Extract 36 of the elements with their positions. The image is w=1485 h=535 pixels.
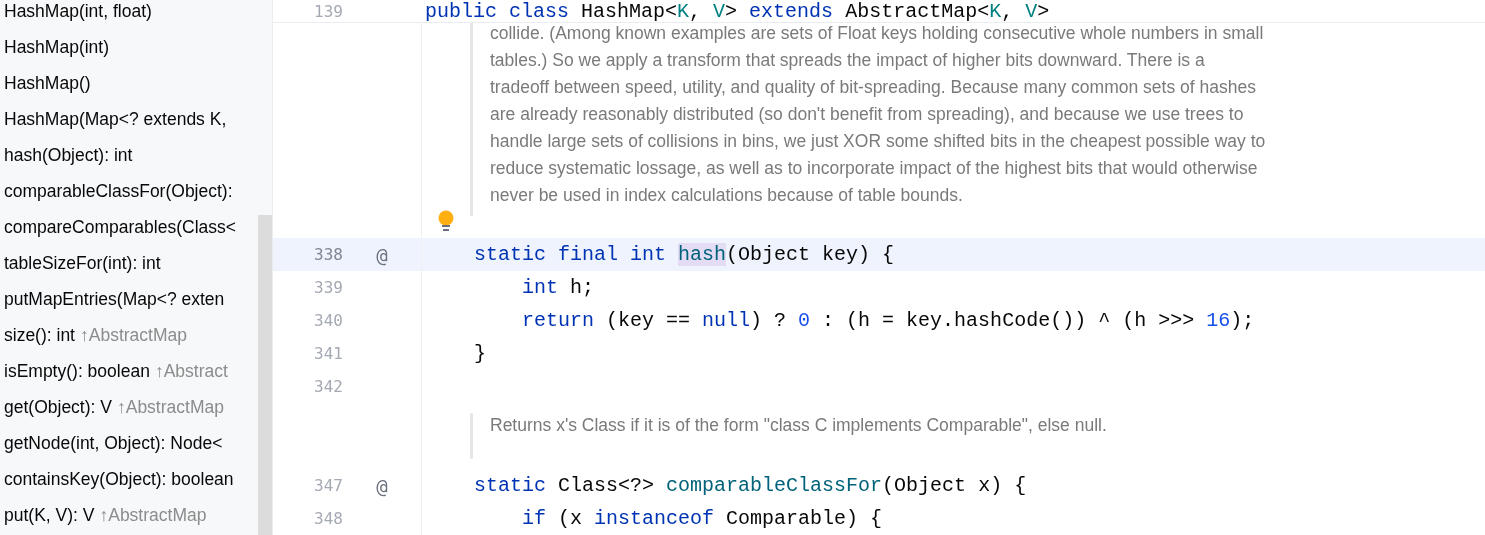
line-number: 348 [313,509,343,528]
line-number: 342 [313,377,343,396]
code-line: static final int hash(Object key) { [473,243,895,266]
structure-item[interactable]: compareComparables(Class< [0,209,258,245]
structure-item[interactable]: putMapEntries(Map<? exten [0,281,258,317]
line-number: 339 [313,278,343,297]
structure-item[interactable]: size(): int ↑AbstractMap [0,317,258,353]
code-line: return (key == null) ? 0 : (h = key.hashCode()) ^ (h >>> 16); [521,309,1255,332]
structure-item[interactable]: HashMap(int) [0,29,258,65]
structure-item[interactable]: isEmpty(): boolean ↑Abstract [0,353,258,389]
scrollbar-thumb[interactable] [258,215,272,535]
structure-item[interactable]: comparableClassFor(Object): [0,173,258,209]
structure-item[interactable]: tableSizeFor(int): int [0,245,258,281]
code-line: public class HashMap<K, V> extends AbstractMap<K, V> [425,0,1050,23]
structure-item[interactable]: put(K, V): V ↑AbstractMap [0,497,258,533]
line-number: 341 [313,344,343,363]
structure-item[interactable]: getNode(int, Object): Node< [0,425,258,461]
line-number: 139 [313,1,343,21]
structure-item[interactable]: HashMap() [0,65,258,101]
line-number: 347 [313,476,343,495]
structure-item[interactable]: HashMap(Map<? extends K, [0,101,258,137]
doc-comment: Returns x's Class if it is of the form "class C implements Comparable", else null. [489,414,1107,437]
doc-comment: collide. (Among known examples are sets of Float keys holding consecutive whole numbers in small tables.) So we apply a transform that spreads the impact of higher bits downward. There is a tradeoff between speed, utility, and quality of bit-spreading. Because many common sets of hashes are already reasonably distributed (so don't benefit from spreading), and because we use trees to handle large sets of collisions in bins, we just XOR some shifted bits in the cheapest possible way to reduce systematic lossage, as well as to incorporate impact of the highest bits that would otherwise never be used in index calculations because of table bounds. [489,22,1266,207]
code-line: if (x instanceof Comparable) { [521,507,883,530]
structure-item[interactable]: get(Object): V ↑AbstractMap [0,389,258,425]
line-number: 340 [313,311,343,330]
override-marker[interactable]: @ [376,474,388,497]
structure-item[interactable]: containsKey(Object): boolean [0,461,258,497]
code-line: int h; [521,276,595,299]
structure-item[interactable]: HashMap(int, float) [0,0,258,29]
structure-item[interactable]: hash(Object): int [0,137,258,173]
code-line: } [473,342,486,365]
override-marker[interactable]: @ [376,243,388,266]
code-line: static Class<?> comparableClassFor(Object x) { [473,474,1027,497]
lightbulb-icon[interactable] [438,210,454,232]
line-number: 338 [313,245,343,264]
